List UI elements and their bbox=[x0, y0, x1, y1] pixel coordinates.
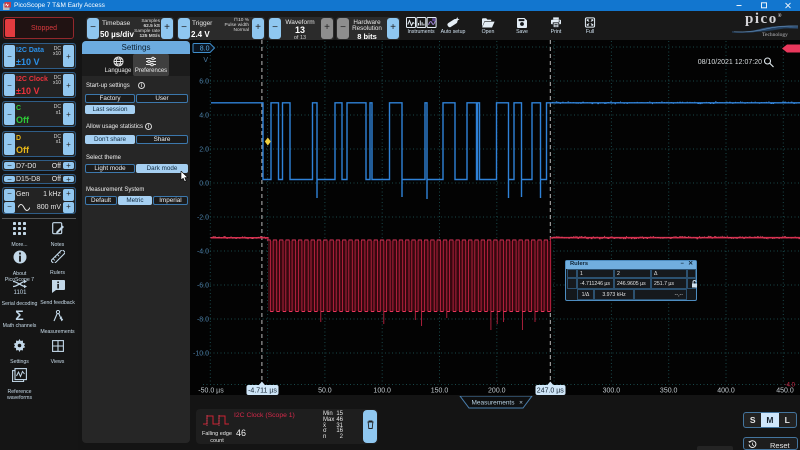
svg-text:450.0: 450.0 bbox=[776, 388, 794, 395]
svg-text:2.0: 2.0 bbox=[199, 147, 209, 154]
svg-text:-10.0: -10.0 bbox=[193, 351, 209, 358]
svg-text:×: × bbox=[519, 400, 523, 407]
svg-text:Measurements: Measurements bbox=[472, 400, 516, 407]
svg-text:08/10/2021 12:07:20: 08/10/2021 12:07:20 bbox=[698, 59, 762, 66]
svg-text:0.0: 0.0 bbox=[199, 181, 209, 188]
svg-text:400.0: 400.0 bbox=[717, 388, 735, 395]
svg-text:4.0: 4.0 bbox=[199, 113, 209, 120]
svg-text:150.0: 150.0 bbox=[431, 388, 449, 395]
svg-text:200.0: 200.0 bbox=[488, 388, 506, 395]
svg-text:-2.0: -2.0 bbox=[197, 215, 209, 222]
svg-text:247.0 µs: 247.0 µs bbox=[537, 388, 564, 395]
svg-text:6.0: 6.0 bbox=[199, 79, 209, 86]
svg-text:8.0: 8.0 bbox=[200, 46, 210, 53]
svg-text:50.0: 50.0 bbox=[318, 388, 332, 395]
svg-text:300.0: 300.0 bbox=[603, 388, 621, 395]
svg-text:-4.0: -4.0 bbox=[197, 249, 209, 256]
svg-text:100.0: 100.0 bbox=[373, 388, 391, 395]
svg-text:350.0: 350.0 bbox=[660, 388, 678, 395]
svg-text:-8.0: -8.0 bbox=[197, 317, 209, 324]
svg-text:V: V bbox=[203, 57, 208, 64]
svg-text:-6.0: -6.0 bbox=[197, 283, 209, 290]
svg-text:1101: 1101 bbox=[13, 290, 27, 294]
svg-text:-4.711 µs: -4.711 µs bbox=[248, 388, 277, 395]
svg-text:-50.0 µs: -50.0 µs bbox=[198, 388, 224, 395]
